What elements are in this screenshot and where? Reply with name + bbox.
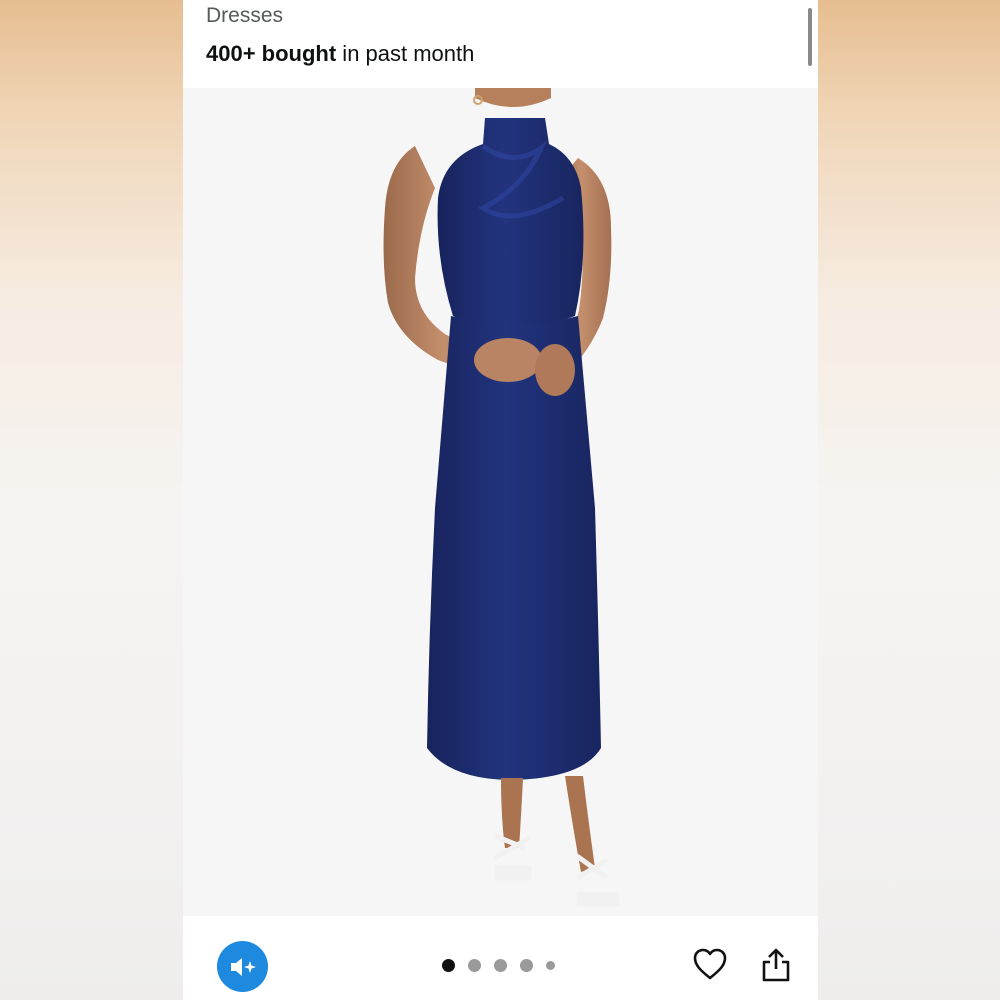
product-image[interactable] — [183, 88, 818, 916]
right-sandal — [575, 853, 620, 907]
dress-bodice — [437, 118, 584, 327]
right-background-panel — [818, 0, 1000, 1000]
speaker-mute-sparkle-icon — [230, 957, 256, 976]
favorite-button[interactable] — [692, 947, 728, 986]
heart-icon — [693, 948, 727, 980]
product-screen: Dresses 400+ bought in past month — [183, 0, 818, 1000]
carousel-dot-3[interactable] — [494, 959, 507, 972]
scrollbar[interactable] — [808, 8, 812, 66]
purchase-count-bold: 400+ bought — [206, 41, 337, 66]
category-label[interactable]: Dresses — [206, 4, 283, 28]
left-background-panel — [0, 0, 183, 1000]
purchase-count-text: 400+ bought in past month — [206, 41, 474, 67]
purchase-count-suffix: in past month — [336, 41, 475, 66]
dress-skirt — [427, 316, 601, 780]
share-button[interactable] — [760, 947, 792, 988]
model-chin — [475, 88, 551, 107]
model-hand-right — [535, 344, 575, 396]
product-header: Dresses 400+ bought in past month — [183, 0, 818, 88]
model-hands — [474, 338, 542, 382]
share-icon — [762, 948, 790, 982]
carousel-dot-1[interactable] — [442, 959, 455, 972]
carousel-dot-4[interactable] — [520, 959, 533, 972]
carousel-dot-2[interactable] — [468, 959, 481, 972]
carousel-dot-5[interactable] — [546, 961, 555, 970]
image-carousel-indicator — [442, 959, 568, 972]
product-footer — [183, 916, 818, 1000]
mute-button[interactable] — [217, 941, 268, 992]
product-photo — [383, 88, 620, 907]
left-sandal — [493, 833, 532, 881]
